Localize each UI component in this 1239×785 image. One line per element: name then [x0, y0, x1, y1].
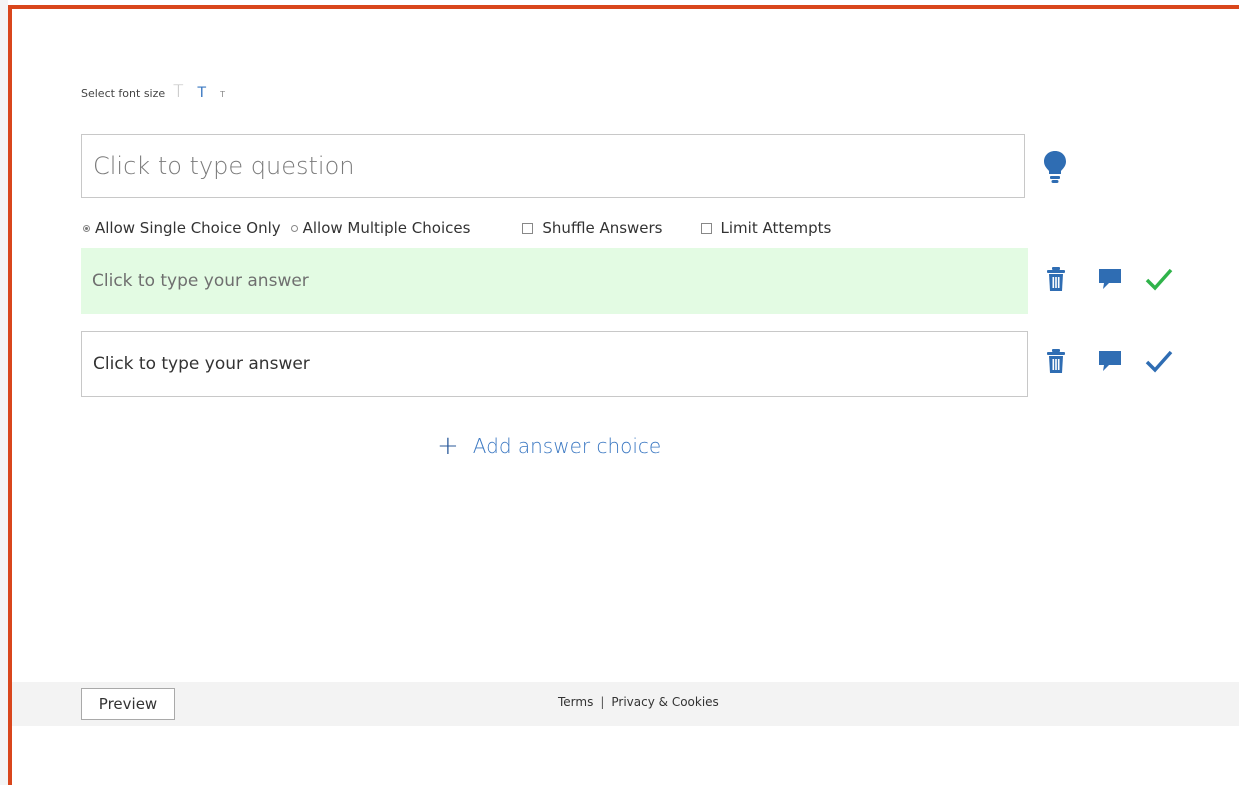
trash-icon[interactable] [1045, 348, 1067, 374]
preview-button[interactable]: Preview [81, 688, 175, 720]
question-options-row: Allow Single Choice Only Allow Multiple … [83, 217, 831, 239]
checkbox-icon [700, 222, 712, 234]
radio-unchecked-icon [290, 224, 298, 232]
left-edge [0, 0, 8, 785]
single-choice-radio[interactable]: Allow Single Choice Only [83, 219, 281, 237]
trash-icon[interactable] [1045, 266, 1067, 292]
plus-icon: + [437, 431, 459, 461]
radio-checked-icon [83, 224, 90, 232]
font-size-medium-option[interactable]: T [198, 86, 207, 100]
multiple-choices-radio[interactable]: Allow Multiple Choices [290, 219, 471, 237]
checkmark-icon[interactable] [1145, 266, 1173, 292]
answer-input-1[interactable]: Click to type your answer [81, 248, 1028, 314]
answer-2-actions [1045, 346, 1173, 376]
font-size-small-option[interactable]: T [220, 91, 225, 99]
comment-icon[interactable] [1097, 266, 1123, 292]
footer: Preview Terms | Privacy & Cookies [12, 682, 1239, 726]
frame-border-left [8, 5, 12, 785]
add-answer-choice-button[interactable]: + Add answer choice [437, 432, 661, 460]
limit-attempts-checkbox[interactable]: Limit Attempts [700, 219, 832, 237]
lightbulb-icon[interactable] [1043, 150, 1067, 184]
footer-links: Terms | Privacy & Cookies [558, 695, 719, 709]
comment-icon[interactable] [1097, 348, 1123, 374]
frame-border-top [8, 5, 1239, 9]
checkbox-icon [522, 222, 534, 234]
font-size-selector: Select font size T T T [81, 84, 239, 104]
question-input[interactable]: Click to type question [81, 134, 1025, 198]
shuffle-answers-checkbox[interactable]: Shuffle Answers [522, 219, 663, 237]
terms-link[interactable]: Terms [558, 695, 593, 709]
add-answer-choice-label: Add answer choice [472, 434, 662, 458]
font-size-label: Select font size [81, 87, 166, 100]
answer-input-2[interactable]: Click to type your answer [81, 331, 1028, 397]
limit-attempts-label: Limit Attempts [720, 219, 832, 237]
font-size-large-option[interactable]: T [173, 84, 183, 101]
answer-1-actions [1045, 264, 1173, 294]
single-choice-label: Allow Single Choice Only [95, 219, 281, 237]
privacy-cookies-link[interactable]: Privacy & Cookies [611, 695, 718, 709]
shuffle-answers-label: Shuffle Answers [542, 219, 663, 237]
multiple-choices-label: Allow Multiple Choices [302, 219, 471, 237]
checkmark-icon[interactable] [1145, 348, 1173, 374]
footer-separator: | [600, 695, 605, 709]
